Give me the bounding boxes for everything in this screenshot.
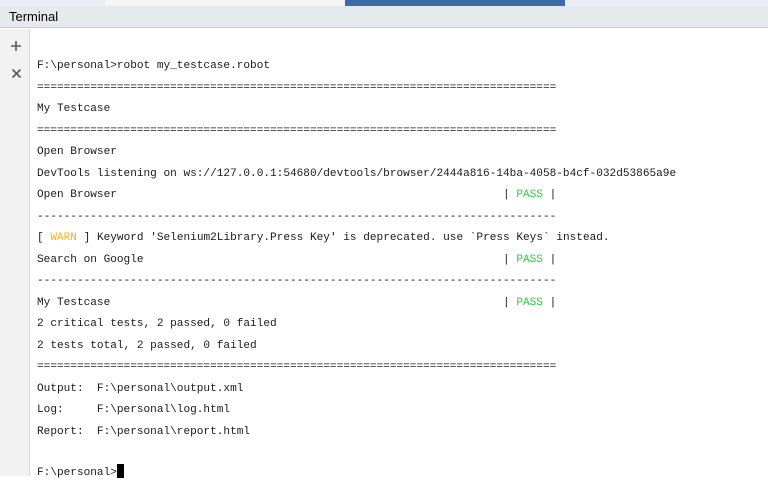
- command-line: F:\personal>robot my_testcase.robot: [37, 60, 271, 72]
- devtools-line: DevTools listening on ws://127.0.0.1:546…: [37, 168, 677, 180]
- terminal-titlebar: Terminal: [0, 6, 768, 28]
- warn-bracket-close: ]: [76, 232, 97, 244]
- test-result-row: Open Browser | PASS |: [37, 187, 556, 203]
- status-tail: |: [542, 189, 557, 201]
- test-name: Open Browser: [37, 146, 117, 158]
- total-summary: 2 tests total, 2 passed, 0 failed: [37, 340, 257, 352]
- output-path: Output: F:\personal\output.xml: [37, 383, 244, 395]
- plus-icon[interactable]: [7, 37, 25, 55]
- close-icon[interactable]: [7, 64, 25, 82]
- separator-line: ========================================…: [37, 361, 557, 373]
- log-path: Log: F:\personal\log.html: [37, 404, 231, 416]
- suite-header: My Testcase: [37, 103, 111, 115]
- terminal-toolbar: [0, 29, 30, 476]
- warn-bracket-open: [: [37, 232, 51, 244]
- prompt: F:\personal>: [37, 467, 117, 479]
- status-pass: PASS: [516, 297, 543, 309]
- separator-line: ----------------------------------------…: [37, 211, 557, 223]
- suite-result-label: My Testcase |: [37, 297, 517, 309]
- prompt-line[interactable]: F:\personal>: [37, 464, 124, 480]
- separator-line: ========================================…: [37, 125, 557, 137]
- suite-result-row: My Testcase | PASS |: [37, 295, 556, 311]
- status-tail: |: [542, 254, 557, 266]
- test-result-label: Search on Google |: [37, 254, 517, 266]
- terminal-title: Terminal: [9, 9, 59, 24]
- test-result-row: Search on Google | PASS |: [37, 252, 556, 268]
- critical-summary: 2 critical tests, 2 passed, 0 failed: [37, 318, 277, 330]
- terminal-output[interactable]: F:\personal>robot my_testcase.robot ====…: [31, 29, 768, 479]
- status-pass: PASS: [516, 254, 543, 266]
- status-tail: |: [542, 297, 557, 309]
- status-pass: PASS: [516, 189, 543, 201]
- report-path: Report: F:\personal\report.html: [37, 426, 251, 438]
- warning-line: [ WARN ] Keyword 'Selenium2Library.Press…: [37, 230, 610, 246]
- test-result-label: Open Browser |: [37, 189, 517, 201]
- warn-message: Keyword 'Selenium2Library.Press Key' is …: [96, 232, 610, 244]
- separator-line: ----------------------------------------…: [37, 275, 557, 287]
- separator-line: ========================================…: [37, 82, 557, 94]
- warn-label: WARN: [50, 232, 77, 244]
